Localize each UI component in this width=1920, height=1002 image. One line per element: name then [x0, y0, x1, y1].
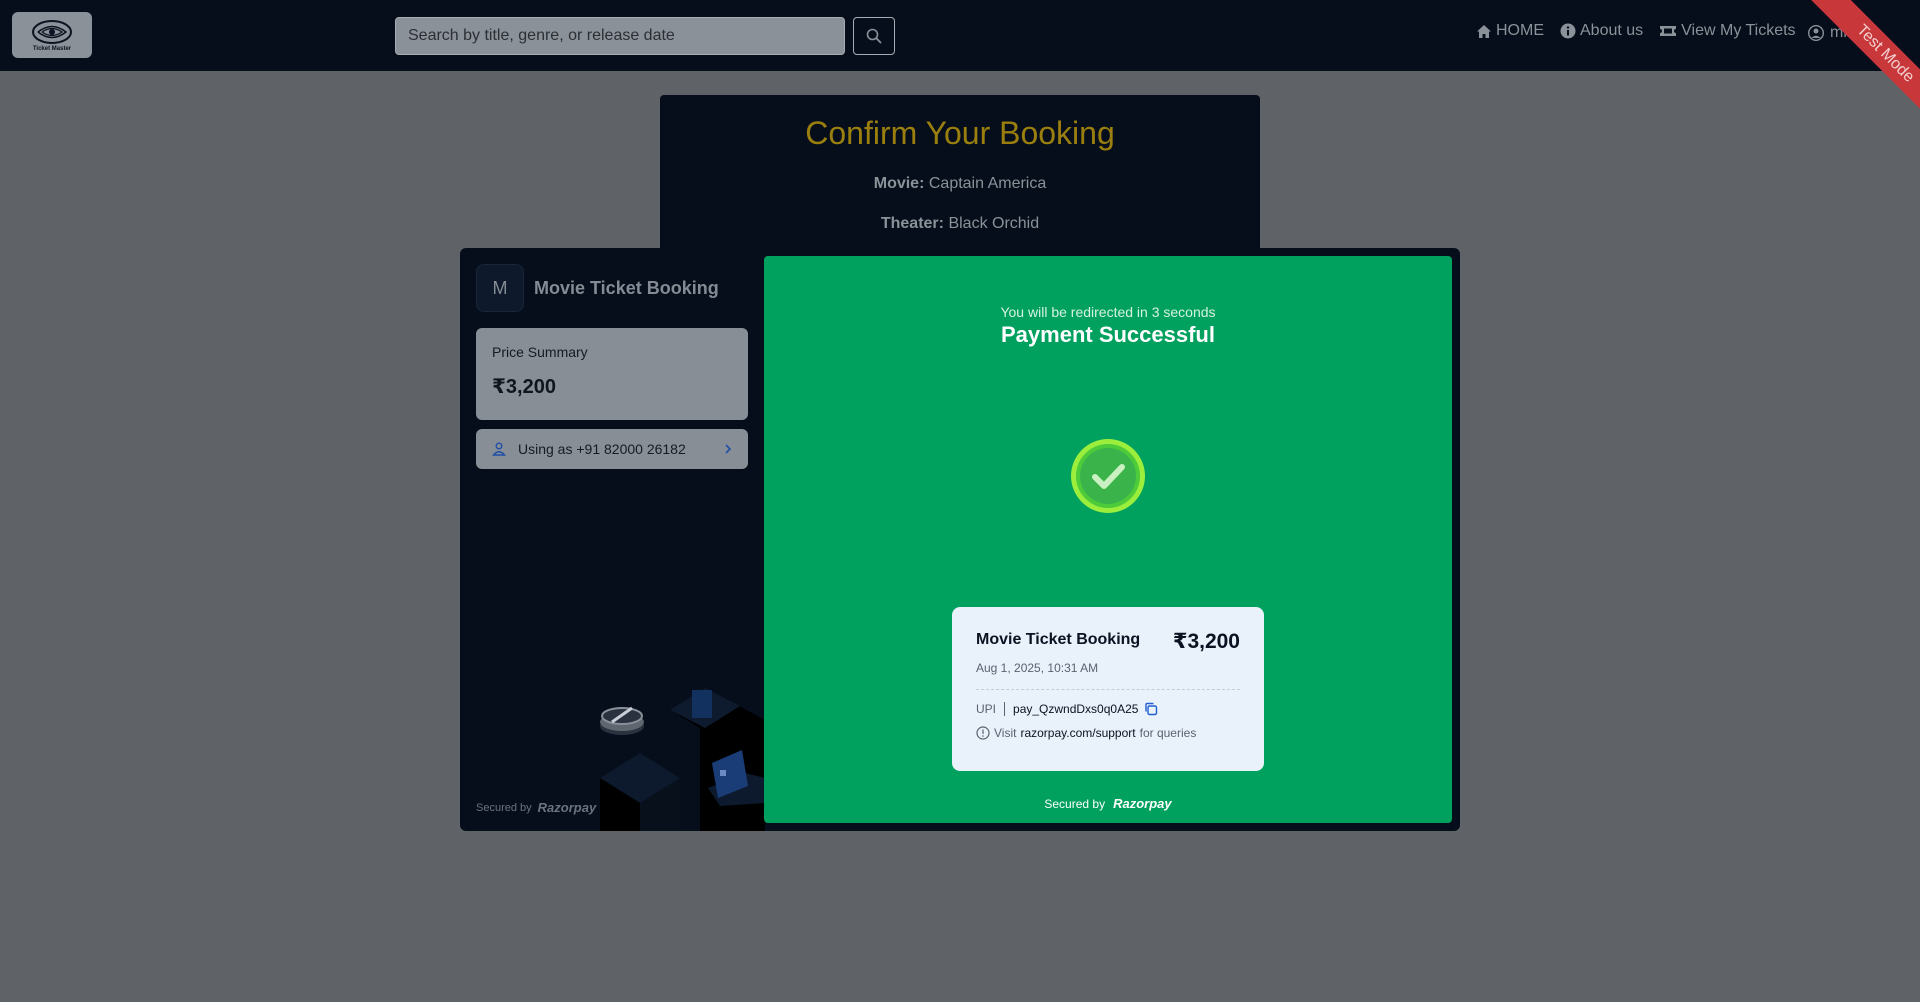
- navbar: Ticket Master HOME About us: [0, 0, 1920, 139]
- support-prefix: Visit: [994, 726, 1017, 740]
- booking-card: Confirm Your Booking Movie: Captain Amer…: [660, 95, 1260, 255]
- ticket-master-logo[interactable]: Ticket Master: [12, 12, 92, 58]
- contact-selector[interactable]: Using as +91 82000 26182: [476, 429, 748, 469]
- contact-label: Using as +91 82000 26182: [518, 441, 686, 457]
- price-summary: Price Summary ₹3,200: [476, 328, 748, 420]
- logo-text: Ticket Master: [32, 45, 72, 52]
- merchant-avatar: M: [476, 264, 524, 312]
- test-mode-ribbon-wrap: Test Mode: [1770, 0, 1920, 140]
- nav-about-label: About us: [1580, 22, 1644, 39]
- nav-links: HOME About us View My Tickets: [1476, 22, 1796, 40]
- theater-value: Black Orchid: [948, 215, 1040, 232]
- razorpay-logo: Razorpay: [537, 800, 597, 815]
- nav-about-link[interactable]: About us: [1560, 22, 1643, 40]
- theater-line: Theater: Black Orchid: [660, 215, 1260, 233]
- merchant-name: Movie Ticket Booking: [534, 277, 719, 298]
- check-circle-icon: [1071, 439, 1145, 513]
- price-summary-label: Price Summary: [492, 344, 588, 360]
- support-suffix: for queries: [1139, 726, 1197, 740]
- page-title: Confirm Your Booking: [805, 115, 1115, 151]
- receipt-payment-row: UPI pay_QzwndDxs0q0A25: [976, 702, 1240, 716]
- test-mode-ribbon: Test Mode: [1800, 0, 1920, 139]
- search-icon: [866, 28, 882, 44]
- secured-by-label: Secured by: [476, 801, 532, 814]
- user-icon: [492, 442, 506, 456]
- logo-mark-icon: [32, 19, 72, 44]
- receipt-divider: [976, 689, 1240, 690]
- search-input[interactable]: [395, 17, 845, 55]
- theater-label: Theater:: [880, 215, 944, 232]
- movie-label: Movie:: [873, 175, 925, 192]
- receipt-merchant: Movie Ticket Booking: [976, 631, 1141, 648]
- receipt-amount: ₹3,200: [1172, 630, 1240, 653]
- redirect-notice: You will be redirected in 3 seconds: [1000, 304, 1216, 320]
- ticket-icon: [1660, 26, 1677, 36]
- secured-by-left: Secured by Razorpay: [476, 800, 596, 815]
- search-button[interactable]: [853, 17, 895, 55]
- copy-icon[interactable]: [1144, 702, 1158, 716]
- support-link[interactable]: razorpay.com/support: [1020, 726, 1135, 740]
- nav-home-link[interactable]: HOME: [1476, 22, 1544, 40]
- info-circle-icon: [976, 726, 990, 740]
- razorpay-sidebar: M Movie Ticket Booking Price Summary ₹3,…: [460, 248, 765, 831]
- merchant-header: M Movie Ticket Booking: [476, 264, 719, 312]
- chevron-right-icon: [725, 444, 732, 454]
- nav-home-label: HOME: [1496, 22, 1544, 39]
- receipt-date: Aug 1, 2025, 10:31 AM: [976, 661, 1099, 675]
- razorpay-checkout-modal: M Movie Ticket Booking Price Summary ₹3,…: [460, 248, 1460, 831]
- payment-success-title: Payment Successful: [1001, 322, 1215, 347]
- price-amount: ₹3,200: [492, 376, 556, 398]
- movie-line: Movie: Captain America: [660, 175, 1260, 193]
- movie-value: Captain America: [928, 175, 1047, 192]
- info-icon: [1560, 23, 1576, 39]
- secured-by-label-right: Secured by: [1044, 796, 1106, 811]
- payment-method: UPI: [976, 702, 1006, 716]
- payment-success-panel: You will be redirected in 3 seconds Paym…: [764, 256, 1452, 823]
- payment-id: pay_QzwndDxs0q0A25: [1013, 702, 1139, 716]
- secured-by-right: Secured by Razorpay: [764, 796, 1452, 811]
- razorpay-logo-right: Razorpay: [1113, 796, 1172, 811]
- payment-receipt: Movie Ticket Booking ₹3,200 Aug 1, 2025,…: [952, 607, 1264, 771]
- home-icon: [1477, 24, 1491, 38]
- support-notice: Visit razorpay.com/support for queries: [976, 726, 1240, 740]
